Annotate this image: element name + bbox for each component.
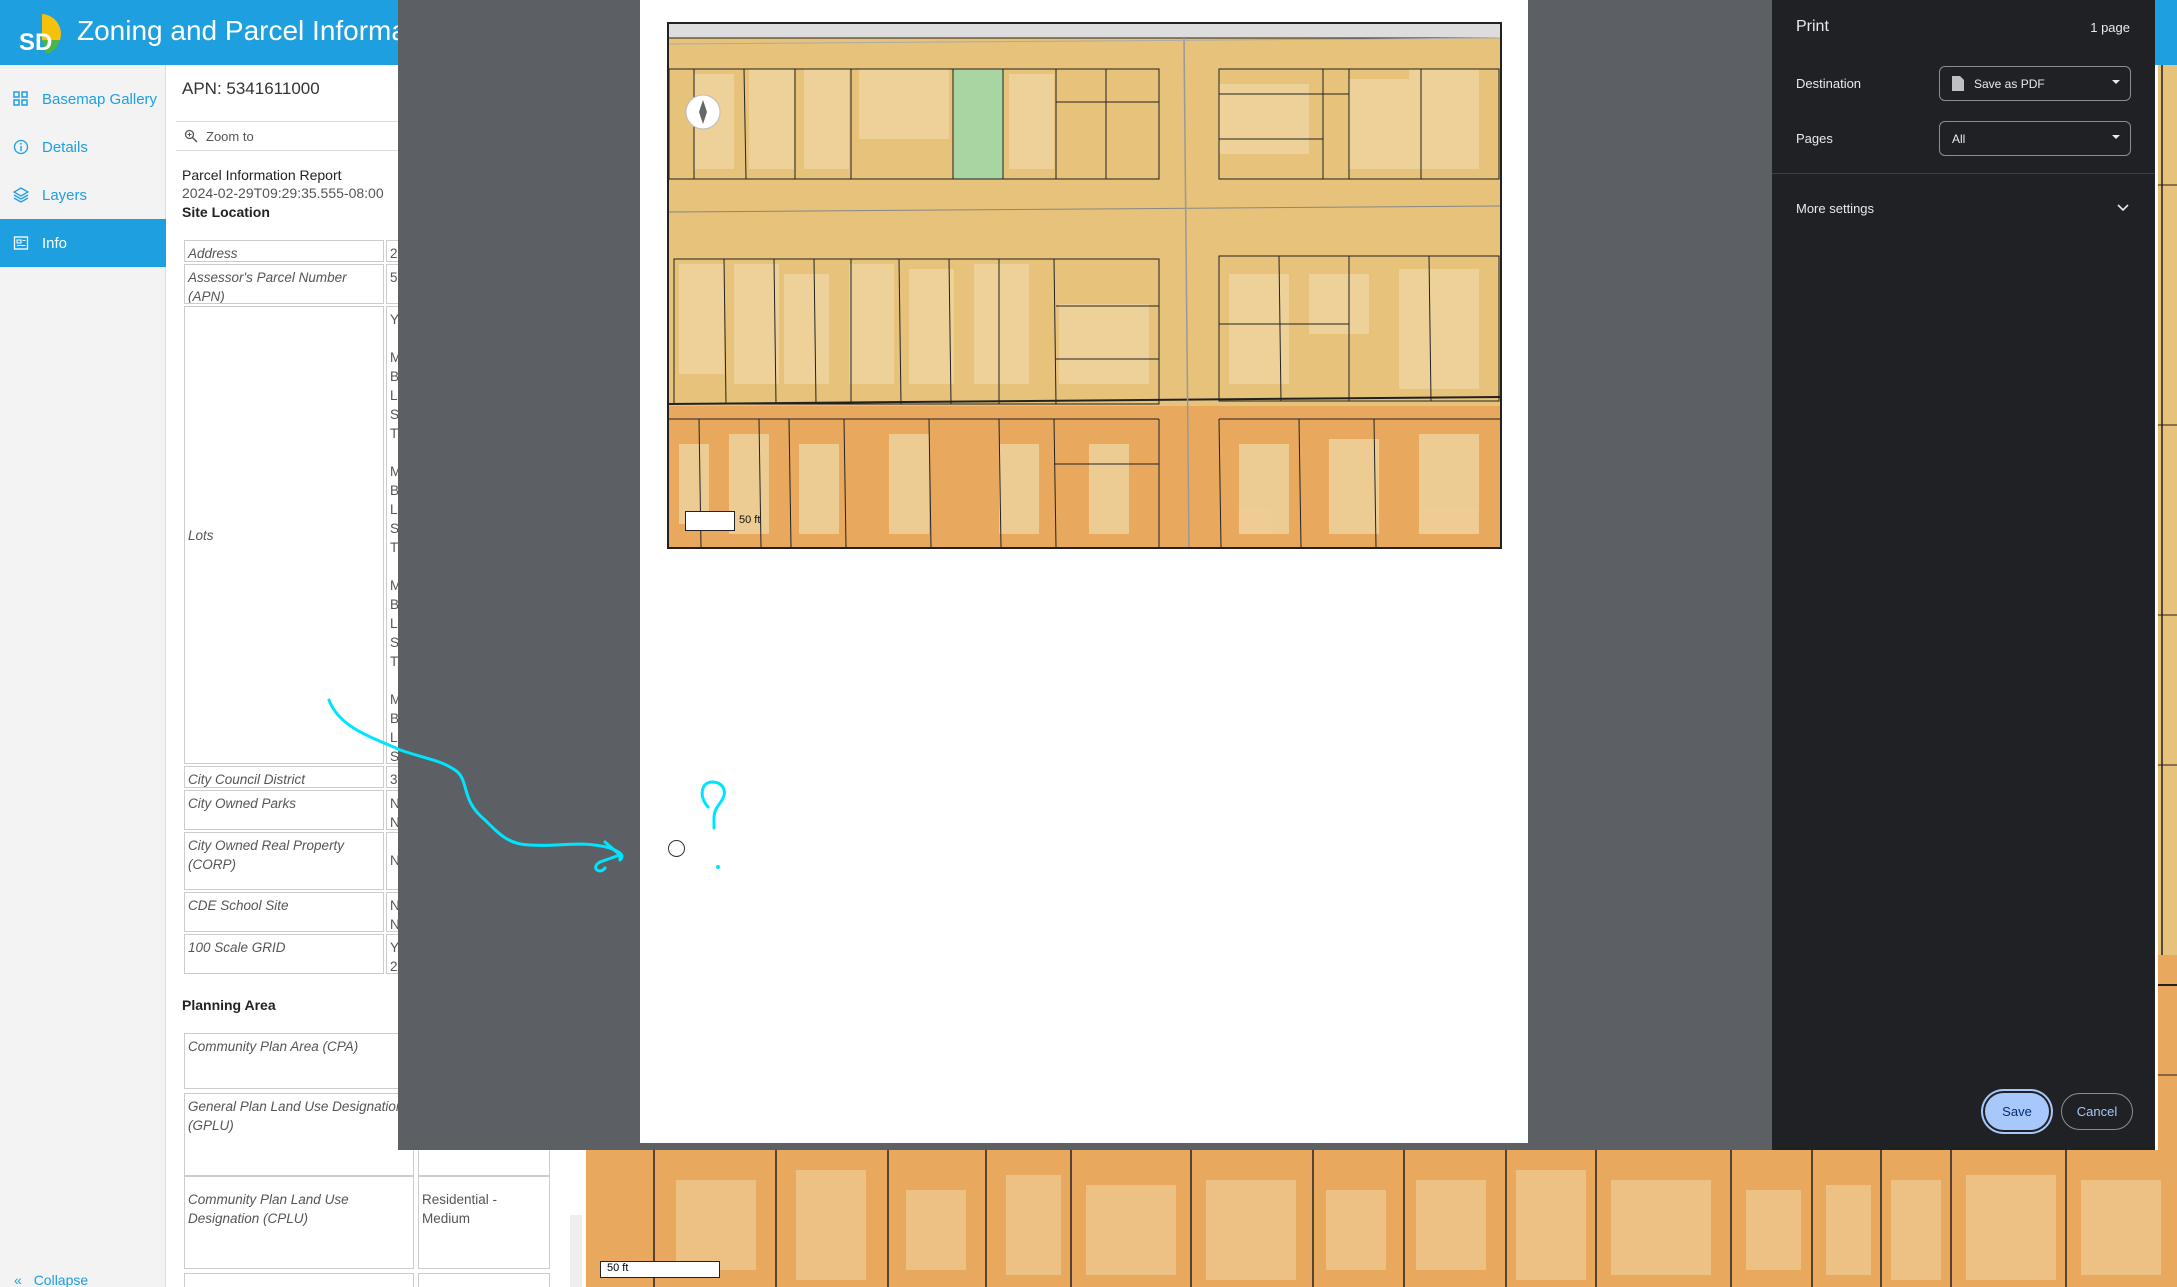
site-location-heading: Site Location xyxy=(182,204,270,220)
sidebar-item-label: Basemap Gallery xyxy=(42,90,158,108)
sidebar-item-layers[interactable]: Layers xyxy=(0,171,166,219)
more-settings-label: More settings xyxy=(1796,201,1875,216)
sidebar-item-label: Details xyxy=(42,138,88,156)
sidebar-item-basemap-gallery[interactable]: Basemap Gallery xyxy=(0,75,166,123)
sidebar-item-details[interactable]: Details xyxy=(0,123,166,171)
row-label-cpa: Community Plan Area (CPA) xyxy=(184,1033,414,1089)
map-parcels-bottom xyxy=(653,1150,2161,1287)
file-icon xyxy=(1952,76,1964,91)
destination-select[interactable]: Save as PDF xyxy=(1939,66,2131,101)
sidebar-item-label: Layers xyxy=(42,186,88,204)
dropdown-caret-icon xyxy=(2112,135,2120,139)
row-label-grid: 100 Scale GRID xyxy=(184,934,384,974)
info-icon xyxy=(12,138,30,156)
sd-logo: SD xyxy=(19,14,61,56)
collapse-label: Collapse xyxy=(33,1272,89,1287)
row-label-apn: Assessor's Parcel Number (APN) xyxy=(184,264,384,304)
row-label-gplu: General Plan Land Use Designation (GPLU) xyxy=(184,1093,414,1177)
apn-heading: APN: 5341611000 xyxy=(182,79,320,98)
preview-map: 50 ft xyxy=(667,22,1502,549)
preview-map-drawing xyxy=(669,24,1500,547)
row-label-school: CDE School Site xyxy=(184,892,384,932)
lots-label: Lots xyxy=(188,527,214,543)
pages-label: Pages xyxy=(1796,131,1833,146)
zoom-icon xyxy=(184,129,198,143)
map-parcels-right xyxy=(2158,65,2177,1150)
collapse-button[interactable]: « Collapse xyxy=(14,1272,88,1287)
report-title: Parcel Information Report xyxy=(182,167,342,183)
gplu-label: General Plan Land Use Designation (GPLU) xyxy=(188,1099,404,1133)
background-map[interactable]: 50 ft xyxy=(586,1150,2177,1287)
logo-text: SD xyxy=(19,29,52,56)
dropdown-caret-icon xyxy=(2112,80,2120,84)
row-label-address: Address xyxy=(184,240,384,262)
planning-area-heading: Planning Area xyxy=(182,997,276,1013)
print-settings-panel: Print 1 page Destination Save as PDF Pag… xyxy=(1772,0,2155,1150)
sidebar: Basemap Gallery Details Layers Info xyxy=(0,65,166,1287)
preview-scale-bar xyxy=(685,511,735,531)
row-value-cplu: Residential - Medium xyxy=(418,1175,550,1269)
save-button[interactable]: Save xyxy=(1985,1093,2049,1130)
page-count: 1 page xyxy=(2090,20,2130,35)
sidebar-item-label: Info xyxy=(42,234,68,252)
row-value-next xyxy=(418,1273,550,1287)
chevron-down-icon[interactable] xyxy=(2117,204,2129,212)
divider xyxy=(1772,173,2155,174)
report-date: 2024-02-29T09:29:35.555-08:00 xyxy=(182,185,384,201)
scrollbar[interactable] xyxy=(570,1215,582,1287)
zoom-to-label: Zoom to xyxy=(206,128,254,144)
cancel-button[interactable]: Cancel xyxy=(2061,1093,2133,1130)
destination-value: Save as PDF xyxy=(1974,76,2045,91)
layers-icon xyxy=(12,186,30,204)
grid-icon xyxy=(12,90,30,108)
destination-label: Destination xyxy=(1796,76,1862,91)
row-label-cplu: Community Plan Land Use Designation (CPL… xyxy=(184,1175,414,1269)
background-map-right-edge[interactable] xyxy=(2158,65,2177,1150)
more-settings-toggle[interactable]: More settings xyxy=(1796,201,1874,216)
cyan-arrow-annotation xyxy=(327,698,726,873)
document-icon xyxy=(12,234,30,252)
pages-select[interactable]: All xyxy=(1939,121,2131,156)
map-scale-label: 50 ft xyxy=(607,1262,629,1274)
row-label-next xyxy=(184,1273,414,1287)
print-title: Print xyxy=(1796,18,1829,35)
map-scale-bar: 50 ft xyxy=(600,1261,720,1278)
pages-value: All xyxy=(1952,131,1966,146)
sidebar-item-info[interactable]: Info xyxy=(0,219,166,267)
double-chevron-left-icon: « xyxy=(14,1272,22,1287)
preview-scale-label: 50 ft xyxy=(739,514,761,526)
